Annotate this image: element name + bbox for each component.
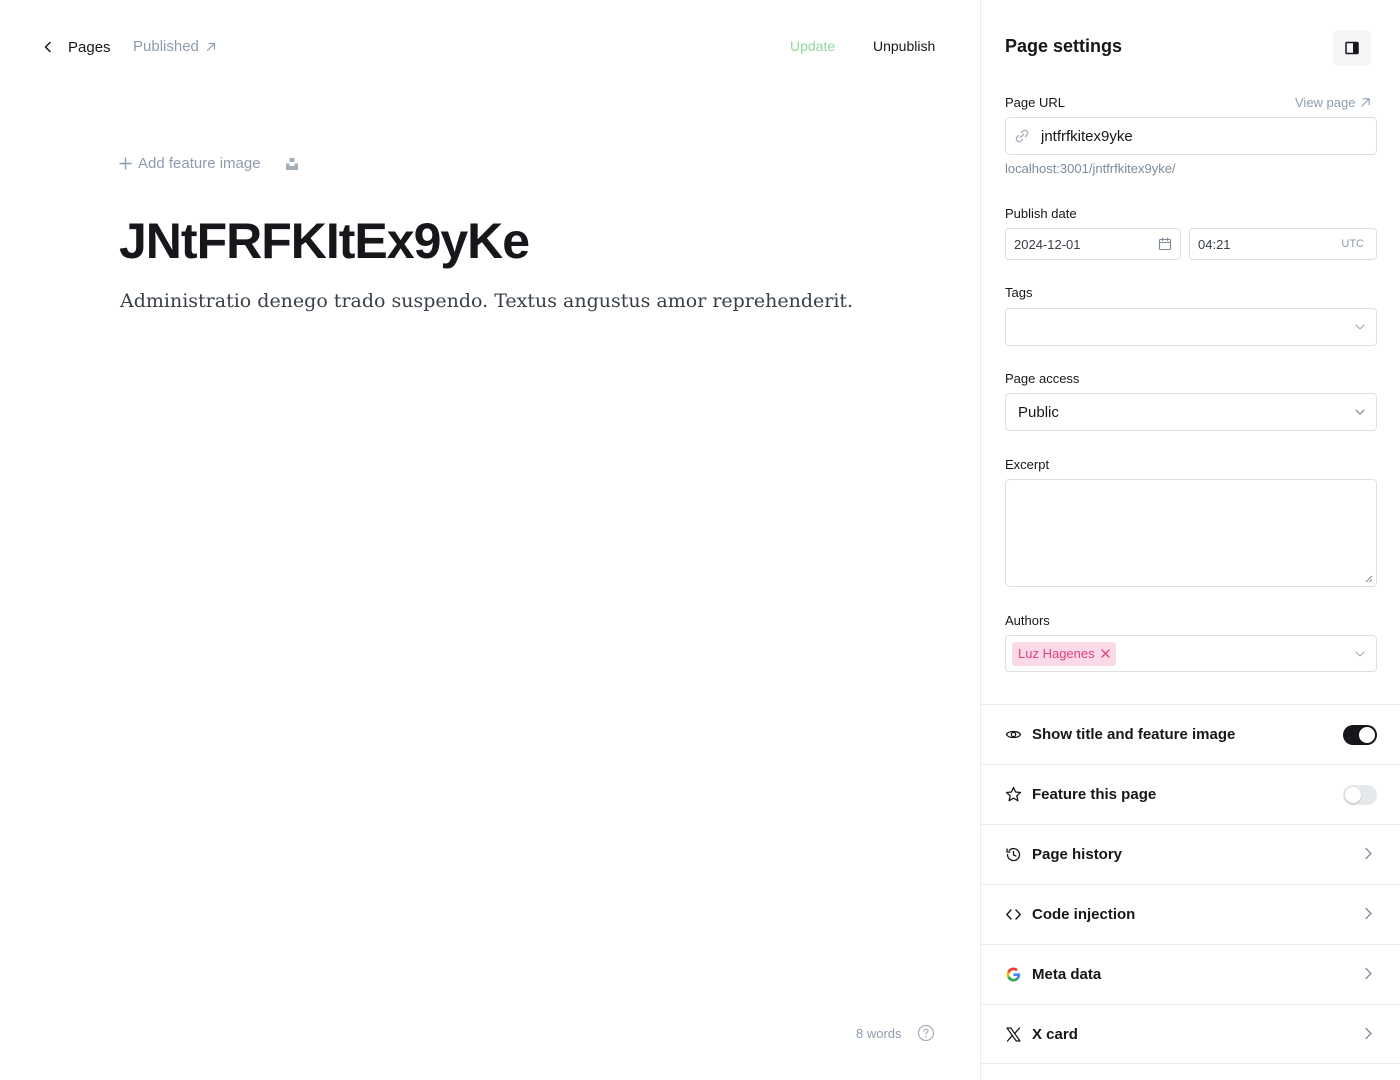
- page-history-row[interactable]: Page history: [981, 824, 1400, 884]
- date-value: 2024-12-01: [1014, 236, 1081, 252]
- status-label: Published: [133, 38, 199, 55]
- show-title-row[interactable]: Show title and feature image: [981, 704, 1400, 764]
- timezone-label: UTC: [1341, 238, 1364, 250]
- panel-title: Page settings: [1005, 36, 1123, 56]
- resize-handle-icon[interactable]: [1365, 575, 1373, 583]
- x-logo-icon: [1006, 1026, 1021, 1042]
- star-icon: [1005, 786, 1022, 802]
- excerpt-label: Excerpt: [1005, 457, 1050, 472]
- x-card-row[interactable]: X card: [981, 1004, 1400, 1064]
- back-to-pages-button[interactable]: Pages: [40, 36, 111, 58]
- full-url-hint: localhost:3001/jntfrfkitex9yke/: [1005, 161, 1176, 176]
- chevron-right-icon: [1365, 967, 1372, 980]
- page-url-label: Page URL: [1005, 95, 1065, 110]
- tags-label: Tags: [1005, 285, 1033, 300]
- sidebar-icon: [1345, 41, 1359, 55]
- word-count-area: 8 words: [856, 1024, 935, 1042]
- update-button[interactable]: Update: [790, 38, 835, 54]
- page-settings-panel: Page settings Page URL View page localho…: [980, 0, 1400, 1080]
- page-access-label: Page access: [1005, 371, 1080, 386]
- time-value: 04:21: [1198, 236, 1231, 252]
- chevron-right-icon: [1365, 847, 1372, 860]
- page-body-text[interactable]: Administratio denego trado suspendo. Tex…: [120, 290, 853, 312]
- code-injection-row[interactable]: Code injection: [981, 884, 1400, 944]
- close-settings-button[interactable]: [1333, 30, 1371, 66]
- authors-select[interactable]: Luz Hagenes: [1005, 635, 1377, 672]
- arrow-up-right-icon: [206, 42, 215, 52]
- view-page-link[interactable]: View page: [1295, 95, 1371, 110]
- arrow-up-right-icon: [1361, 98, 1371, 107]
- code-icon: [1006, 909, 1021, 920]
- author-name: Luz Hagenes: [1018, 646, 1095, 661]
- calendar-icon: [1158, 237, 1172, 251]
- view-page-label: View page: [1295, 95, 1356, 110]
- feature-image-row: Add feature image: [119, 155, 299, 172]
- history-icon: [1006, 847, 1021, 862]
- close-icon[interactable]: [1100, 649, 1110, 658]
- question-circle-icon[interactable]: [917, 1024, 935, 1042]
- chevron-down-icon: [1355, 650, 1365, 657]
- excerpt-field[interactable]: [1005, 479, 1377, 587]
- page-history-label: Page history: [1032, 846, 1123, 863]
- page-url-field[interactable]: [1005, 117, 1377, 155]
- chevron-down-icon: [1355, 324, 1365, 330]
- page-title[interactable]: JNtFRFKItEx9yKe: [119, 212, 530, 270]
- x-card-label: X card: [1032, 1025, 1078, 1043]
- unpublish-button[interactable]: Unpublish: [873, 38, 935, 54]
- page-url-input[interactable]: [1041, 127, 1361, 145]
- meta-data-row[interactable]: Meta data: [981, 944, 1400, 1004]
- add-feature-image-button[interactable]: Add feature image: [119, 155, 261, 172]
- publish-time-field[interactable]: 04:21 UTC: [1189, 228, 1377, 260]
- page-access-value: Public: [1018, 403, 1059, 421]
- feature-page-row[interactable]: Feature this page: [981, 764, 1400, 824]
- chevron-left-icon: [44, 41, 51, 53]
- page-access-select[interactable]: Public: [1005, 393, 1377, 431]
- settings-rows: Show title and feature image Feature thi…: [981, 704, 1400, 1064]
- publish-date-label: Publish date: [1005, 206, 1077, 221]
- link-icon: [1015, 129, 1029, 143]
- google-icon: [1006, 967, 1021, 982]
- author-chip[interactable]: Luz Hagenes: [1012, 641, 1116, 666]
- feature-page-toggle[interactable]: [1343, 785, 1377, 805]
- chevron-right-icon: [1365, 907, 1372, 920]
- add-feature-image-label: Add feature image: [138, 155, 261, 172]
- editor-topbar: Pages Published Update Unpublish: [0, 0, 980, 94]
- eye-icon: [1005, 730, 1022, 739]
- chevron-right-icon: [1365, 1027, 1372, 1040]
- excerpt-textarea[interactable]: [1006, 480, 1376, 586]
- plus-icon: [119, 157, 132, 170]
- published-status-link[interactable]: Published: [133, 38, 217, 55]
- editor-pane: Pages Published Update Unpublish Add fea…: [0, 0, 980, 1080]
- show-title-toggle[interactable]: [1343, 725, 1377, 745]
- authors-label: Authors: [1005, 613, 1050, 628]
- show-title-label: Show title and feature image: [1032, 726, 1236, 743]
- tags-select[interactable]: [1005, 308, 1377, 346]
- code-injection-label: Code injection: [1032, 906, 1136, 923]
- meta-data-label: Meta data: [1032, 966, 1102, 983]
- word-count: 8 words: [856, 1025, 902, 1041]
- unsplash-icon[interactable]: [285, 157, 299, 171]
- feature-page-label: Feature this page: [1032, 786, 1157, 803]
- back-label: Pages: [68, 38, 111, 56]
- publish-date-field[interactable]: 2024-12-01: [1005, 228, 1181, 260]
- chevron-down-icon: [1355, 409, 1365, 415]
